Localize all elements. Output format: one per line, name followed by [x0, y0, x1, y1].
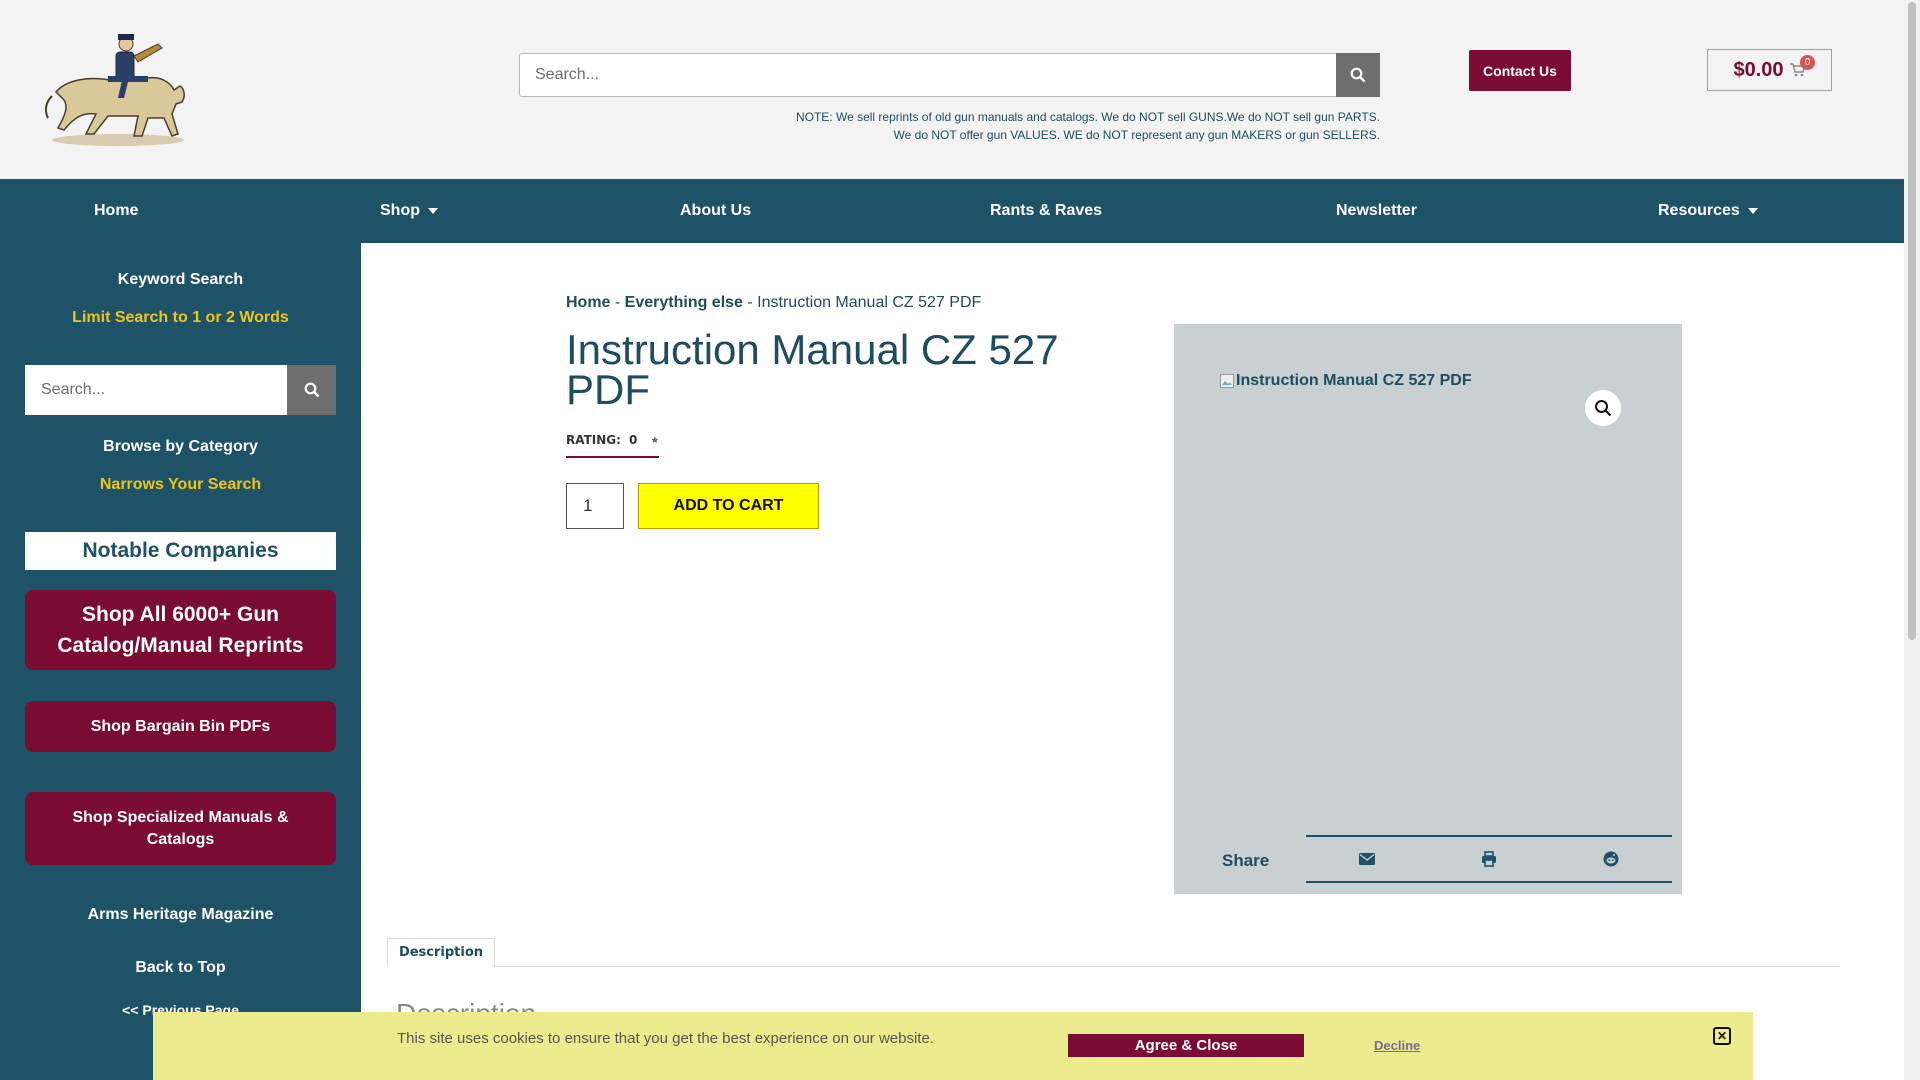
nav-about-label: About Us	[680, 202, 752, 219]
breadcrumb-separator: -	[610, 294, 625, 311]
magnifier-icon	[1595, 400, 1612, 417]
product-rating: RATING: 0	[566, 432, 659, 458]
nav-newsletter[interactable]: Newsletter	[1336, 179, 1417, 243]
limit-search-hint: Limit Search to 1 or 2 Words	[72, 309, 289, 326]
zoom-button[interactable]	[1585, 390, 1621, 426]
envelope-icon	[1359, 853, 1375, 865]
rating-value: 0	[628, 433, 638, 447]
breadcrumb-separator: -	[742, 294, 758, 311]
page-scrollbar[interactable]	[1904, 0, 1920, 1080]
cart-button[interactable]: $0.00 0	[1707, 49, 1832, 91]
broken-image-icon	[1220, 374, 1234, 388]
caret-down-icon	[428, 208, 438, 214]
shop-specialized-button[interactable]: Shop Specialized Manuals & Catalogs	[25, 792, 336, 865]
nav-rants[interactable]: Rants & Raves	[990, 179, 1102, 243]
breadcrumb: Home - Everything else - Instruction Man…	[566, 294, 981, 312]
nav-home-label: Home	[94, 202, 139, 219]
notable-companies-button[interactable]: Notable Companies	[25, 532, 336, 570]
nav-resources-label: Resources	[1658, 202, 1740, 219]
cookie-text: This site uses cookies to ensure that yo…	[397, 1030, 934, 1047]
sidebar: Keyword Search Limit Search to 1 or 2 Wo…	[0, 243, 361, 1080]
sidebar-search	[25, 365, 336, 415]
breadcrumb-category[interactable]: Everything else	[625, 294, 743, 311]
product-image[interactable]: Instruction Manual CZ 527 PDF	[1220, 372, 1472, 390]
header-search-input[interactable]	[519, 53, 1336, 97]
page: NOTE: We sell reprints of old gun manual…	[0, 0, 1904, 1080]
site-header: NOTE: We sell reprints of old gun manual…	[0, 0, 1904, 179]
header-search-button[interactable]	[1336, 53, 1380, 97]
agree-close-button[interactable]: Agree & Close	[1068, 1034, 1304, 1057]
cookie-banner: This site uses cookies to ensure that yo…	[153, 1012, 1753, 1080]
nav-resources[interactable]: Resources	[1658, 179, 1758, 243]
breadcrumb-current: Instruction Manual CZ 527 PDF	[757, 294, 982, 311]
search-icon	[1350, 67, 1366, 83]
share-reddit-button[interactable]	[1550, 837, 1672, 881]
store-notice: NOTE: We sell reprints of old gun manual…	[680, 108, 1380, 144]
product-gallery: Instruction Manual CZ 527 PDF Share	[1174, 324, 1682, 894]
add-to-cart-button[interactable]: ADD TO CART	[638, 483, 819, 529]
printer-icon	[1482, 851, 1496, 867]
notice-line-2: We do NOT offer gun VALUES. WE do NOT re…	[893, 128, 1380, 142]
nav-shop[interactable]: Shop	[380, 179, 438, 243]
caret-down-icon	[1747, 208, 1758, 214]
share-email-button[interactable]	[1306, 837, 1428, 881]
product-image-alt: Instruction Manual CZ 527 PDF	[1236, 372, 1472, 389]
main-nav: Home Shop About Us Rants & Raves Newslet…	[0, 179, 1904, 243]
notice-line-1: NOTE: We sell reprints of old gun manual…	[795, 110, 1380, 124]
scrollbar-thumb[interactable]	[1908, 2, 1916, 640]
shop-all-button[interactable]: Shop All 6000+ Gun Catalog/Manual Reprin…	[25, 590, 336, 670]
header-search	[519, 53, 1380, 97]
contact-us-button[interactable]: Contact Us	[1469, 50, 1571, 91]
back-to-top-link[interactable]: Back to Top	[0, 959, 361, 977]
site-logo[interactable]	[38, 26, 198, 148]
close-icon[interactable]: ✕	[1713, 1027, 1731, 1045]
quantity-input[interactable]: 1	[566, 483, 624, 529]
search-icon	[304, 382, 319, 398]
decline-link[interactable]: Decline	[1374, 1038, 1420, 1053]
cart-count-badge: 0	[1800, 55, 1815, 70]
nav-newsletter-label: Newsletter	[1336, 202, 1417, 219]
share-bar	[1306, 835, 1672, 883]
keyword-search-heading: Keyword Search	[117, 271, 244, 288]
shop-bargain-button[interactable]: Shop Bargain Bin PDFs	[25, 701, 336, 752]
sidebar-search-button[interactable]	[287, 365, 336, 415]
nav-rants-label: Rants & Raves	[990, 202, 1103, 219]
arms-heritage-link[interactable]: Arms Heritage Magazine	[0, 906, 361, 924]
nav-about[interactable]: About Us	[680, 179, 751, 243]
rating-label: RATING:	[566, 433, 621, 447]
narrows-search-hint: Narrows Your Search	[99, 476, 262, 493]
tabs-divider	[388, 966, 1840, 967]
sidebar-search-input[interactable]	[25, 365, 287, 415]
breadcrumb-home[interactable]: Home	[566, 294, 610, 311]
share-print-button[interactable]	[1428, 837, 1550, 881]
reddit-icon	[1603, 851, 1619, 867]
browse-category-heading: Browse by Category	[103, 438, 258, 455]
star-icon[interactable]	[651, 432, 659, 448]
product-title: Instruction Manual CZ 527 PDF	[566, 326, 1059, 413]
share-label: Share	[1222, 851, 1270, 870]
tab-description[interactable]: Description	[387, 938, 495, 967]
nav-shop-label: Shop	[380, 202, 420, 219]
nav-home[interactable]: Home	[94, 179, 138, 243]
cart-total: $0.00	[1733, 58, 1784, 81]
